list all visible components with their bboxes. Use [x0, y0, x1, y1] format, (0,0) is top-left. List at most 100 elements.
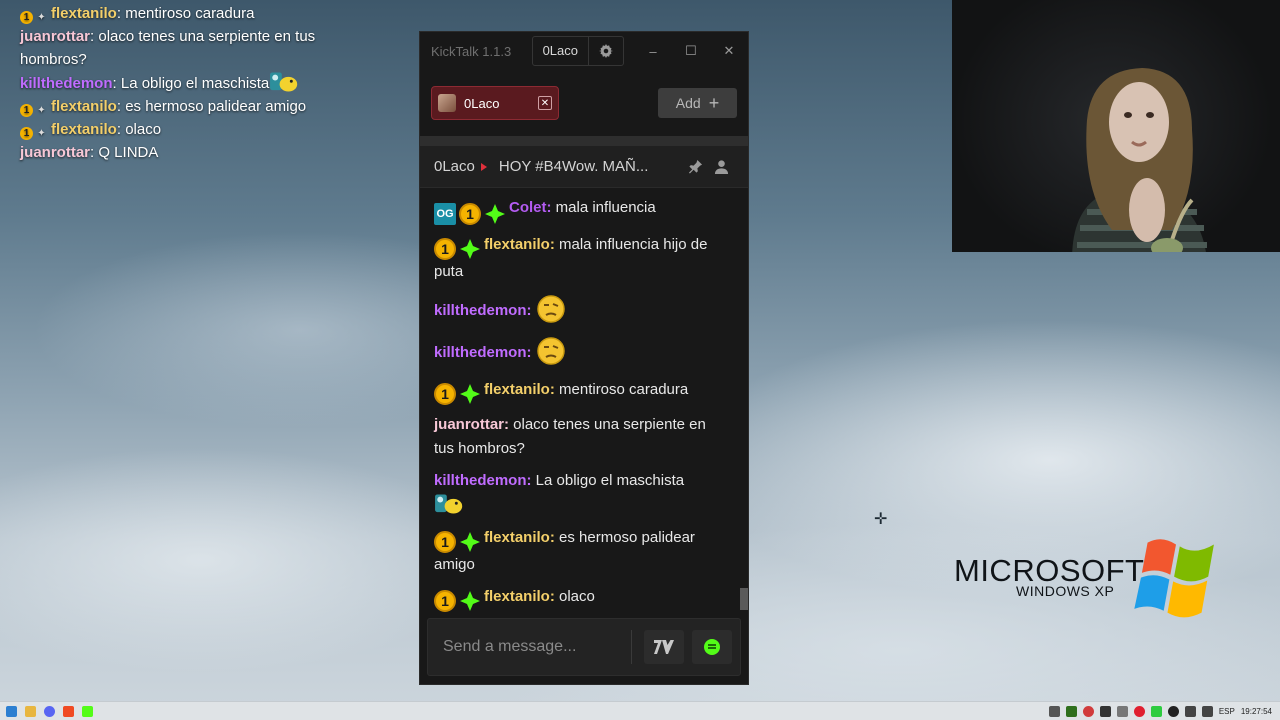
7tv-emote-button[interactable] [644, 630, 684, 664]
overlay-message-text: : mentiroso caradura [116, 5, 255, 22]
add-label: Add [675, 95, 701, 111]
tray-green-icon[interactable] [1150, 705, 1162, 717]
sub-badge-icon: ✦ [37, 105, 46, 116]
maximize-button[interactable]: ☐ [672, 32, 710, 70]
frog-emote [270, 72, 298, 92]
app-title: KickTalk 1.1.3 [431, 43, 512, 59]
chat-message[interactable]: OG 1 Colet: mala influencia [434, 196, 728, 225]
taskbar: ESP 19:27:54 [0, 701, 1280, 720]
minimize-button[interactable]: – [634, 32, 672, 70]
chat-message[interactable]: 1 flextanilo: mala influencia hijo de put… [434, 233, 728, 284]
windows-xp-text: WINDOWS XP [1016, 583, 1115, 599]
chat-username[interactable]: killthedemon: [434, 302, 532, 319]
chat-message-text: olaco [554, 588, 595, 605]
stream-title: HOY #B4Wow. MAÑ... [498, 158, 649, 175]
tray-network-icon[interactable] [1201, 705, 1213, 717]
kick-emote-icon [704, 639, 720, 655]
brave-icon[interactable] [63, 705, 74, 717]
chat-message[interactable]: 1 flextanilo: es hermoso palidear amigo [434, 526, 728, 577]
chat-message-text: mentiroso caradura [554, 381, 689, 398]
chat-message[interactable]: killthedemon: La obligo el maschista [434, 469, 728, 518]
message-input[interactable]: Send a message... [428, 638, 631, 656]
tray-monitor-icon[interactable] [1048, 705, 1060, 717]
tray-nvidia-icon[interactable] [1065, 705, 1077, 717]
users-button[interactable] [708, 154, 734, 180]
tray-obs-icon[interactable] [1167, 705, 1179, 717]
user-menu: 0Laco [531, 36, 624, 66]
mouse-cursor-icon: ✛ [874, 511, 888, 528]
chat-messages[interactable]: OG 1 Colet: mala influencia 1 flextanilo: ma… [420, 188, 748, 616]
overlay-chat-line: 1 ✦ flextanilo: es hermoso palidear amigo [20, 95, 350, 118]
message-badges: 1 [434, 238, 481, 260]
chat-message[interactable]: killthedemon: [434, 294, 728, 324]
close-tab-button[interactable]: ✕ [538, 96, 552, 110]
chat-username[interactable]: flextanilo: [484, 588, 555, 605]
tray-red-icon[interactable] [1082, 705, 1094, 717]
chat-username[interactable]: killthedemon: [434, 344, 532, 361]
chat-username[interactable]: flextanilo: [484, 236, 555, 253]
title-bar: KickTalk 1.1.3 0Laco – ☐ ✕ [420, 32, 748, 70]
thinking-face-emote [536, 337, 565, 365]
sub-badge-icon [460, 591, 480, 611]
sub-badge [484, 203, 506, 225]
message-badges: 1 [434, 531, 481, 553]
subscriber-month-badge: 1 [20, 104, 33, 117]
overlay-message-text: : olaco [116, 121, 162, 138]
channel-name: 0Laco [434, 158, 475, 175]
overlay-username: killthedemon [20, 75, 113, 92]
chat-message-text: La obligo el maschista [531, 472, 685, 489]
chat-message[interactable]: 1 flextanilo: mentiroso caradura [434, 378, 728, 405]
file-explorer-icon[interactable] [25, 705, 36, 717]
sub-badge [459, 238, 481, 260]
chat-username[interactable]: juanrottar: [434, 416, 509, 433]
windows-xp-logo: MICROSOFT WINDOWS XP [952, 535, 1232, 645]
stream-overlay-chat: 1 ✦ flextanilo: mentiroso caradura juanrott… [20, 2, 350, 164]
tray-mic-icon[interactable] [1184, 705, 1196, 717]
kick-icon[interactable] [82, 705, 93, 717]
chat-message[interactable]: 1 flextanilo: olaco [434, 585, 728, 612]
kick-emote-button[interactable] [692, 630, 732, 664]
pin-icon [688, 159, 702, 174]
channel-tab[interactable]: 0Laco ✕ [431, 86, 559, 120]
overlay-badges: 1 ✦ [20, 127, 48, 140]
settings-button[interactable] [589, 37, 623, 65]
clock[interactable]: 19:27:54 [1241, 707, 1272, 716]
chat-message[interactable]: juanrottar: olaco tenes una serpiente en… [434, 413, 728, 461]
close-window-button[interactable]: ✕ [710, 32, 748, 70]
subscriber-month-badge: 1 [20, 127, 33, 140]
tray-steam-icon[interactable] [1099, 705, 1111, 717]
frog-emote [435, 494, 463, 514]
message-input-box: Send a message... [427, 618, 741, 676]
subscriber-month-badge: 1 [434, 238, 456, 260]
discord-icon[interactable] [44, 705, 55, 717]
overlay-chat-line: juanrottar: Q LINDA [20, 141, 350, 164]
keyboard-language[interactable]: ESP [1219, 707, 1235, 716]
divider [420, 136, 748, 146]
chat-message-text: mala influencia [551, 199, 656, 216]
username-button[interactable]: 0Laco [533, 37, 589, 65]
subscriber-month-badge: 1 [20, 11, 33, 24]
chat-username[interactable]: flextanilo: [484, 381, 555, 398]
overlay-chat-line: killthedemon: La obligo el maschista [20, 71, 350, 95]
user-icon [714, 160, 728, 174]
chat-username[interactable]: killthedemon: [434, 472, 532, 489]
pin-button[interactable] [682, 154, 708, 180]
chat-message[interactable]: killthedemon: [434, 336, 728, 366]
chat-username[interactable]: flextanilo: [484, 529, 555, 546]
overlay-message-text: : La obligo el maschista [112, 75, 270, 92]
channel-tab-label: 0Laco [464, 95, 500, 111]
channel-avatar [438, 94, 456, 112]
subscriber-month-badge: 1 [459, 203, 481, 225]
chat-scrollbar[interactable] [740, 588, 748, 610]
tray-record-icon[interactable] [1133, 705, 1145, 717]
7tv-icon [654, 640, 674, 654]
add-channel-button[interactable]: Add + [658, 88, 737, 118]
live-indicator-icon [480, 162, 487, 171]
overlay-username: flextanilo [51, 5, 117, 22]
overlay-badges: 1 ✦ [20, 104, 48, 117]
sub-badge-icon [460, 532, 480, 552]
subscriber-month-badge: 1 [434, 383, 456, 405]
tray-volume-icon[interactable] [1116, 705, 1128, 717]
start-button[interactable] [6, 705, 17, 717]
chat-username[interactable]: Colet: [509, 199, 552, 216]
